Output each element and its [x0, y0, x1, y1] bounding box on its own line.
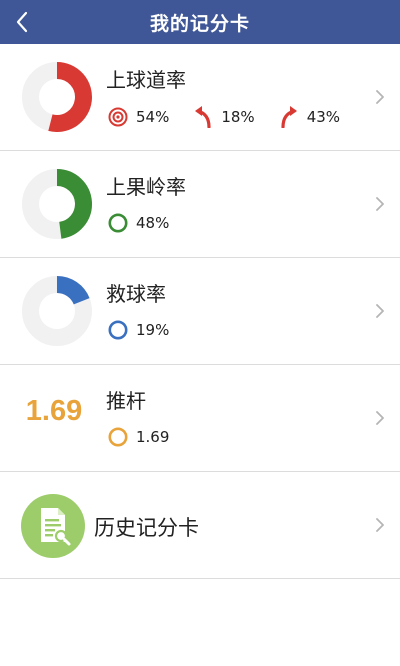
- row-fairway-rate[interactable]: 上球道率 54% 18% 43%: [0, 44, 400, 151]
- curve-left-arrow-icon: [195, 106, 211, 128]
- stats-row: 1.69: [108, 427, 193, 447]
- stats-row: 54% 18% 43%: [108, 106, 364, 128]
- document-search-icon: [21, 494, 85, 558]
- page-title: 我的记分卡: [149, 12, 250, 35]
- stat-value: 18%: [221, 108, 255, 126]
- putting-average-value: 1.69: [25, 395, 83, 427]
- row-save-rate[interactable]: 救球率 19%: [0, 258, 400, 365]
- save-donut-arc: [56, 276, 90, 305]
- row-title: 推杆: [106, 389, 146, 413]
- chevron-right-icon: [376, 518, 384, 532]
- stats-row: 48%: [108, 213, 193, 233]
- back-button[interactable]: [6, 6, 38, 38]
- circle-icon: [108, 427, 128, 447]
- stat-save: 19%: [108, 320, 169, 340]
- scorecard-list: 上球道率 54% 18% 43% 上果岭率 48% 救球率 19% 1.69 推…: [0, 44, 400, 579]
- circle-icon: [108, 320, 128, 340]
- stat-target: 54%: [108, 107, 169, 127]
- stat-value: 1.69: [136, 428, 170, 446]
- green-donut-chart: [22, 169, 92, 239]
- green-donut-arc: [56, 169, 92, 239]
- stat-value: 43%: [306, 108, 341, 126]
- chevron-right-icon: [376, 90, 384, 104]
- row-green-rate[interactable]: 上果岭率 48%: [0, 151, 400, 258]
- stat-value: 54%: [136, 108, 170, 126]
- chevron-right-icon: [376, 411, 384, 425]
- row-putting[interactable]: 1.69 推杆 1.69: [0, 365, 400, 472]
- stat-left-miss: 18%: [193, 106, 255, 128]
- stat-value: 48%: [136, 214, 170, 232]
- target-icon: [108, 107, 128, 127]
- chevron-left-icon: [16, 11, 28, 33]
- chevron-right-icon: [376, 197, 384, 211]
- stats-row: 19%: [108, 320, 193, 340]
- stat-right-miss: 43%: [279, 106, 340, 128]
- row-title: 上球道率: [106, 68, 186, 92]
- curve-right-arrow-icon: [281, 106, 297, 128]
- fairway-donut-chart: [22, 62, 92, 132]
- row-history-scorecard[interactable]: 历史记分卡: [0, 472, 400, 579]
- stat-putting: 1.69: [108, 427, 169, 447]
- history-label: 历史记分卡: [94, 516, 199, 540]
- row-title: 救球率: [106, 282, 166, 306]
- stat-value: 19%: [136, 321, 170, 339]
- row-title: 上果岭率: [106, 175, 186, 199]
- header-bar: 我的记分卡: [0, 0, 400, 44]
- stat-green: 48%: [108, 213, 169, 233]
- chevron-right-icon: [376, 304, 384, 318]
- save-donut-chart: [22, 276, 92, 346]
- circle-icon: [108, 213, 128, 233]
